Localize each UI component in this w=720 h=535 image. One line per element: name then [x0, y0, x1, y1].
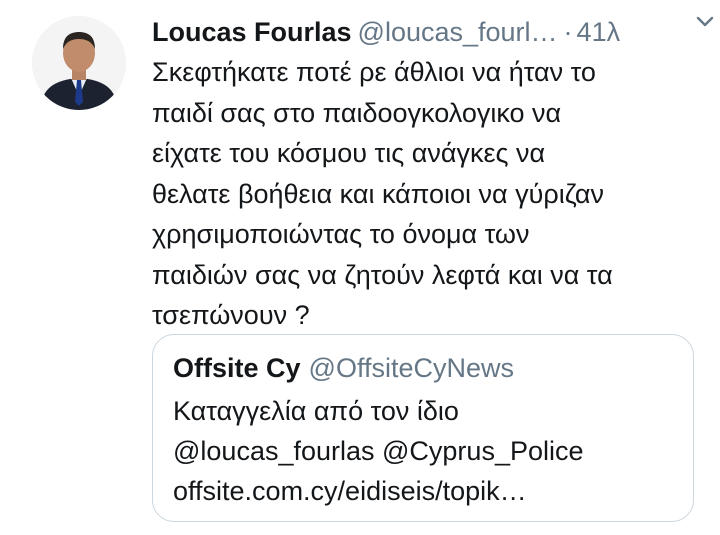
quoted-mentions[interactable]: @loucas_fourlas @Cyprus_Police — [173, 431, 683, 471]
author-handle[interactable]: @loucas_fourl… — [358, 17, 558, 47]
tweet-text: Σκεφτήκατε ποτέ ρε άθλιοι να ήταν το παι… — [152, 57, 613, 330]
tweet: Loucas Fourlas @loucas_fourl… · 41λ Σκεφτήκ… — [0, 0, 720, 535]
timestamp[interactable]: 41λ — [577, 17, 621, 47]
chevron-down-icon[interactable] — [694, 10, 716, 32]
separator-dot: · — [563, 17, 573, 47]
quoted-tweet[interactable]: Offsite Cy @OffsiteCyNews Καταγγελία από … — [152, 334, 694, 522]
tweet-header: Loucas Fourlas @loucas_fourl… · 41λ — [152, 12, 700, 52]
quoted-tweet-text: Καταγγελία από τον ίδιο @loucas_fourlas … — [173, 391, 683, 511]
profile-photo-icon — [32, 16, 126, 110]
quoted-tweet-header: Offsite Cy @OffsiteCyNews — [173, 349, 514, 387]
quoted-author-name: Offsite Cy — [173, 353, 301, 383]
author-name[interactable]: Loucas Fourlas — [152, 17, 352, 47]
avatar[interactable] — [32, 16, 126, 110]
quoted-link[interactable]: offsite.com.cy/eidiseis/topik… — [173, 471, 683, 511]
quoted-text-line: Καταγγελία από τον ίδιο — [173, 396, 459, 426]
quoted-author-handle: @OffsiteCyNews — [308, 353, 514, 383]
